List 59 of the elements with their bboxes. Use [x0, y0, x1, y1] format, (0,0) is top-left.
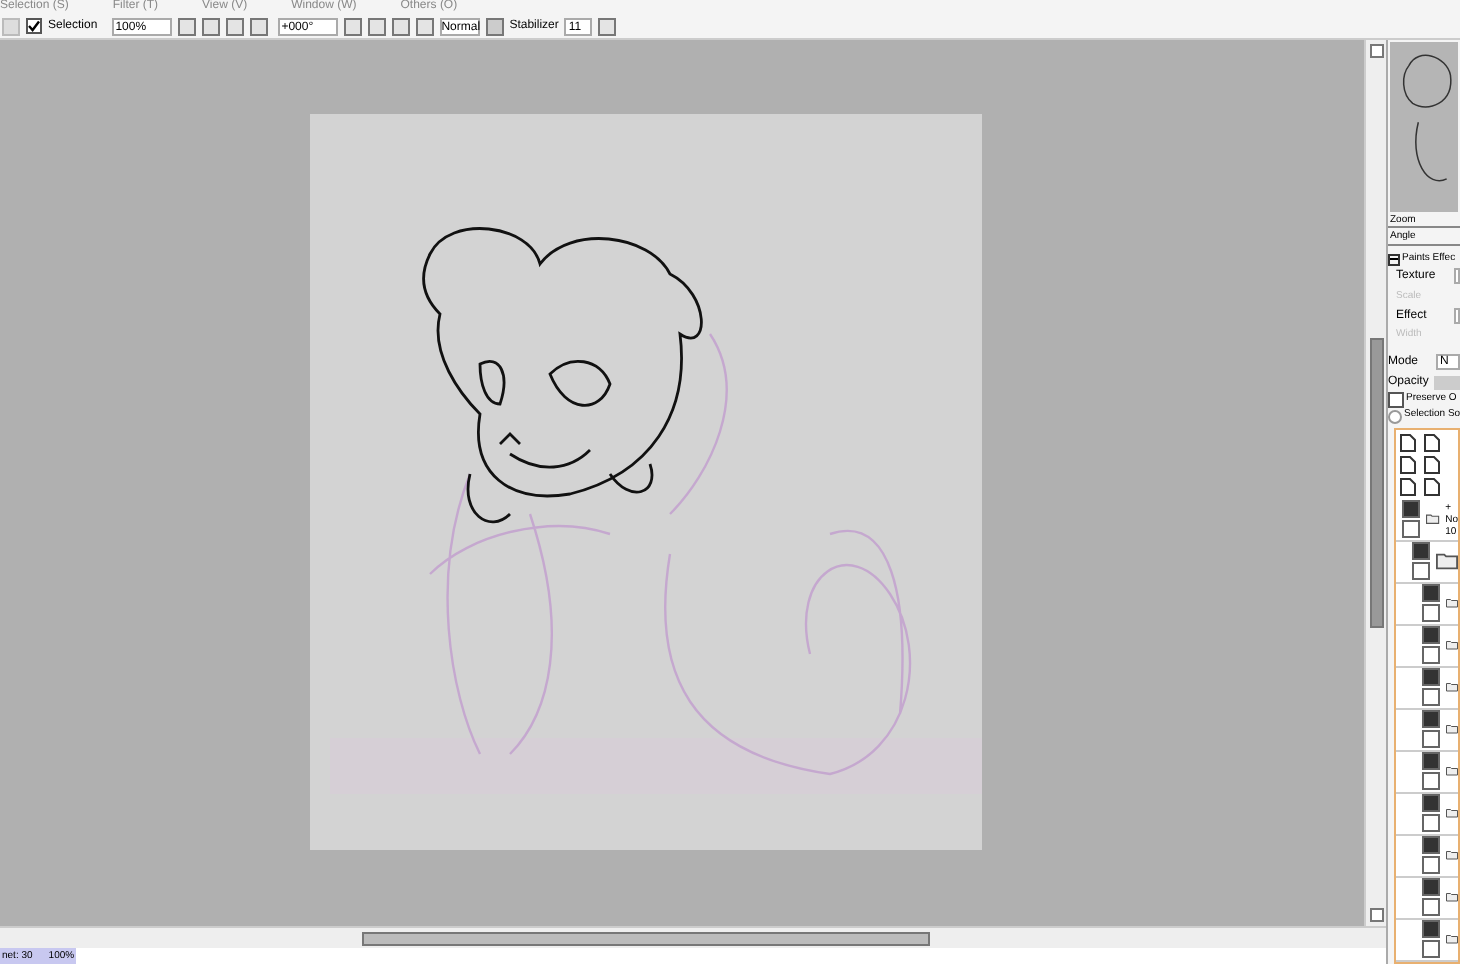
scroll-thumb[interactable] [362, 931, 930, 945]
layer-row[interactable] [1396, 583, 1458, 626]
folder-icon [1446, 762, 1458, 781]
folder-icon [1436, 552, 1458, 571]
lock-toggle[interactable] [1422, 772, 1440, 791]
lock-toggle[interactable] [1422, 604, 1440, 623]
eye-toggle[interactable] [1422, 878, 1440, 897]
lock-toggle[interactable] [1422, 730, 1440, 749]
lock-toggle[interactable] [1412, 562, 1430, 581]
scroll-down-icon[interactable] [1369, 908, 1383, 922]
folder-icon [1446, 636, 1458, 655]
eye-toggle[interactable] [1422, 584, 1440, 603]
lock-toggle[interactable] [1422, 856, 1440, 875]
eye-toggle[interactable] [1422, 920, 1440, 939]
layer-row[interactable] [1396, 877, 1458, 920]
selection-checkbox[interactable] [26, 18, 42, 34]
layer-row[interactable] [1396, 667, 1458, 710]
folder-icon [1446, 720, 1458, 739]
preserve-opacity-checkbox[interactable] [1388, 392, 1404, 409]
lock-toggle[interactable] [1422, 814, 1440, 833]
eye-toggle[interactable] [1422, 710, 1440, 729]
layer-row[interactable] [1396, 919, 1458, 962]
lock-toggle[interactable] [1422, 898, 1440, 917]
opacity-slider[interactable] [1434, 375, 1460, 390]
vertical-scrollbar[interactable] [1364, 40, 1386, 926]
layer-row[interactable] [1396, 625, 1458, 668]
sketch-thumbnail [1402, 54, 1452, 182]
folder-icon [1446, 678, 1458, 697]
eye-toggle[interactable] [1412, 542, 1430, 561]
folder-icon [1446, 594, 1458, 613]
selection-source-radio[interactable] [1388, 409, 1402, 423]
eye-toggle[interactable] [1402, 500, 1420, 519]
scroll-thumb[interactable] [1369, 338, 1383, 628]
eye-toggle[interactable] [1422, 794, 1440, 813]
layer-row[interactable] [1396, 793, 1458, 836]
lock-toggle[interactable] [1422, 688, 1440, 707]
folder-icon [1446, 888, 1458, 907]
check-icon [28, 20, 40, 32]
lock-toggle[interactable] [1402, 520, 1420, 539]
eye-toggle[interactable] [1422, 668, 1440, 687]
blend-button[interactable] [485, 17, 504, 35]
lock-toggle[interactable] [1422, 646, 1440, 665]
folder-icon [1426, 510, 1440, 529]
folder-icon [1446, 804, 1458, 823]
layer-row[interactable] [1396, 709, 1458, 752]
eye-toggle[interactable] [1422, 836, 1440, 855]
layer-row[interactable] [1396, 835, 1458, 878]
layer-row[interactable] [1396, 541, 1458, 584]
lock-toggle[interactable] [1422, 940, 1440, 959]
eye-toggle[interactable] [1422, 752, 1440, 771]
horizontal-scrollbar[interactable] [0, 926, 1386, 948]
minus-icon [1390, 258, 1398, 261]
collapse-toggle[interactable] [1388, 253, 1400, 266]
folder-icon [1446, 846, 1458, 865]
layer-row[interactable] [1396, 751, 1458, 794]
stabilizer-button[interactable] [598, 17, 617, 35]
eye-toggle[interactable] [1422, 626, 1440, 645]
folder-icon [1446, 930, 1458, 949]
scroll-up-icon[interactable] [1369, 44, 1383, 58]
